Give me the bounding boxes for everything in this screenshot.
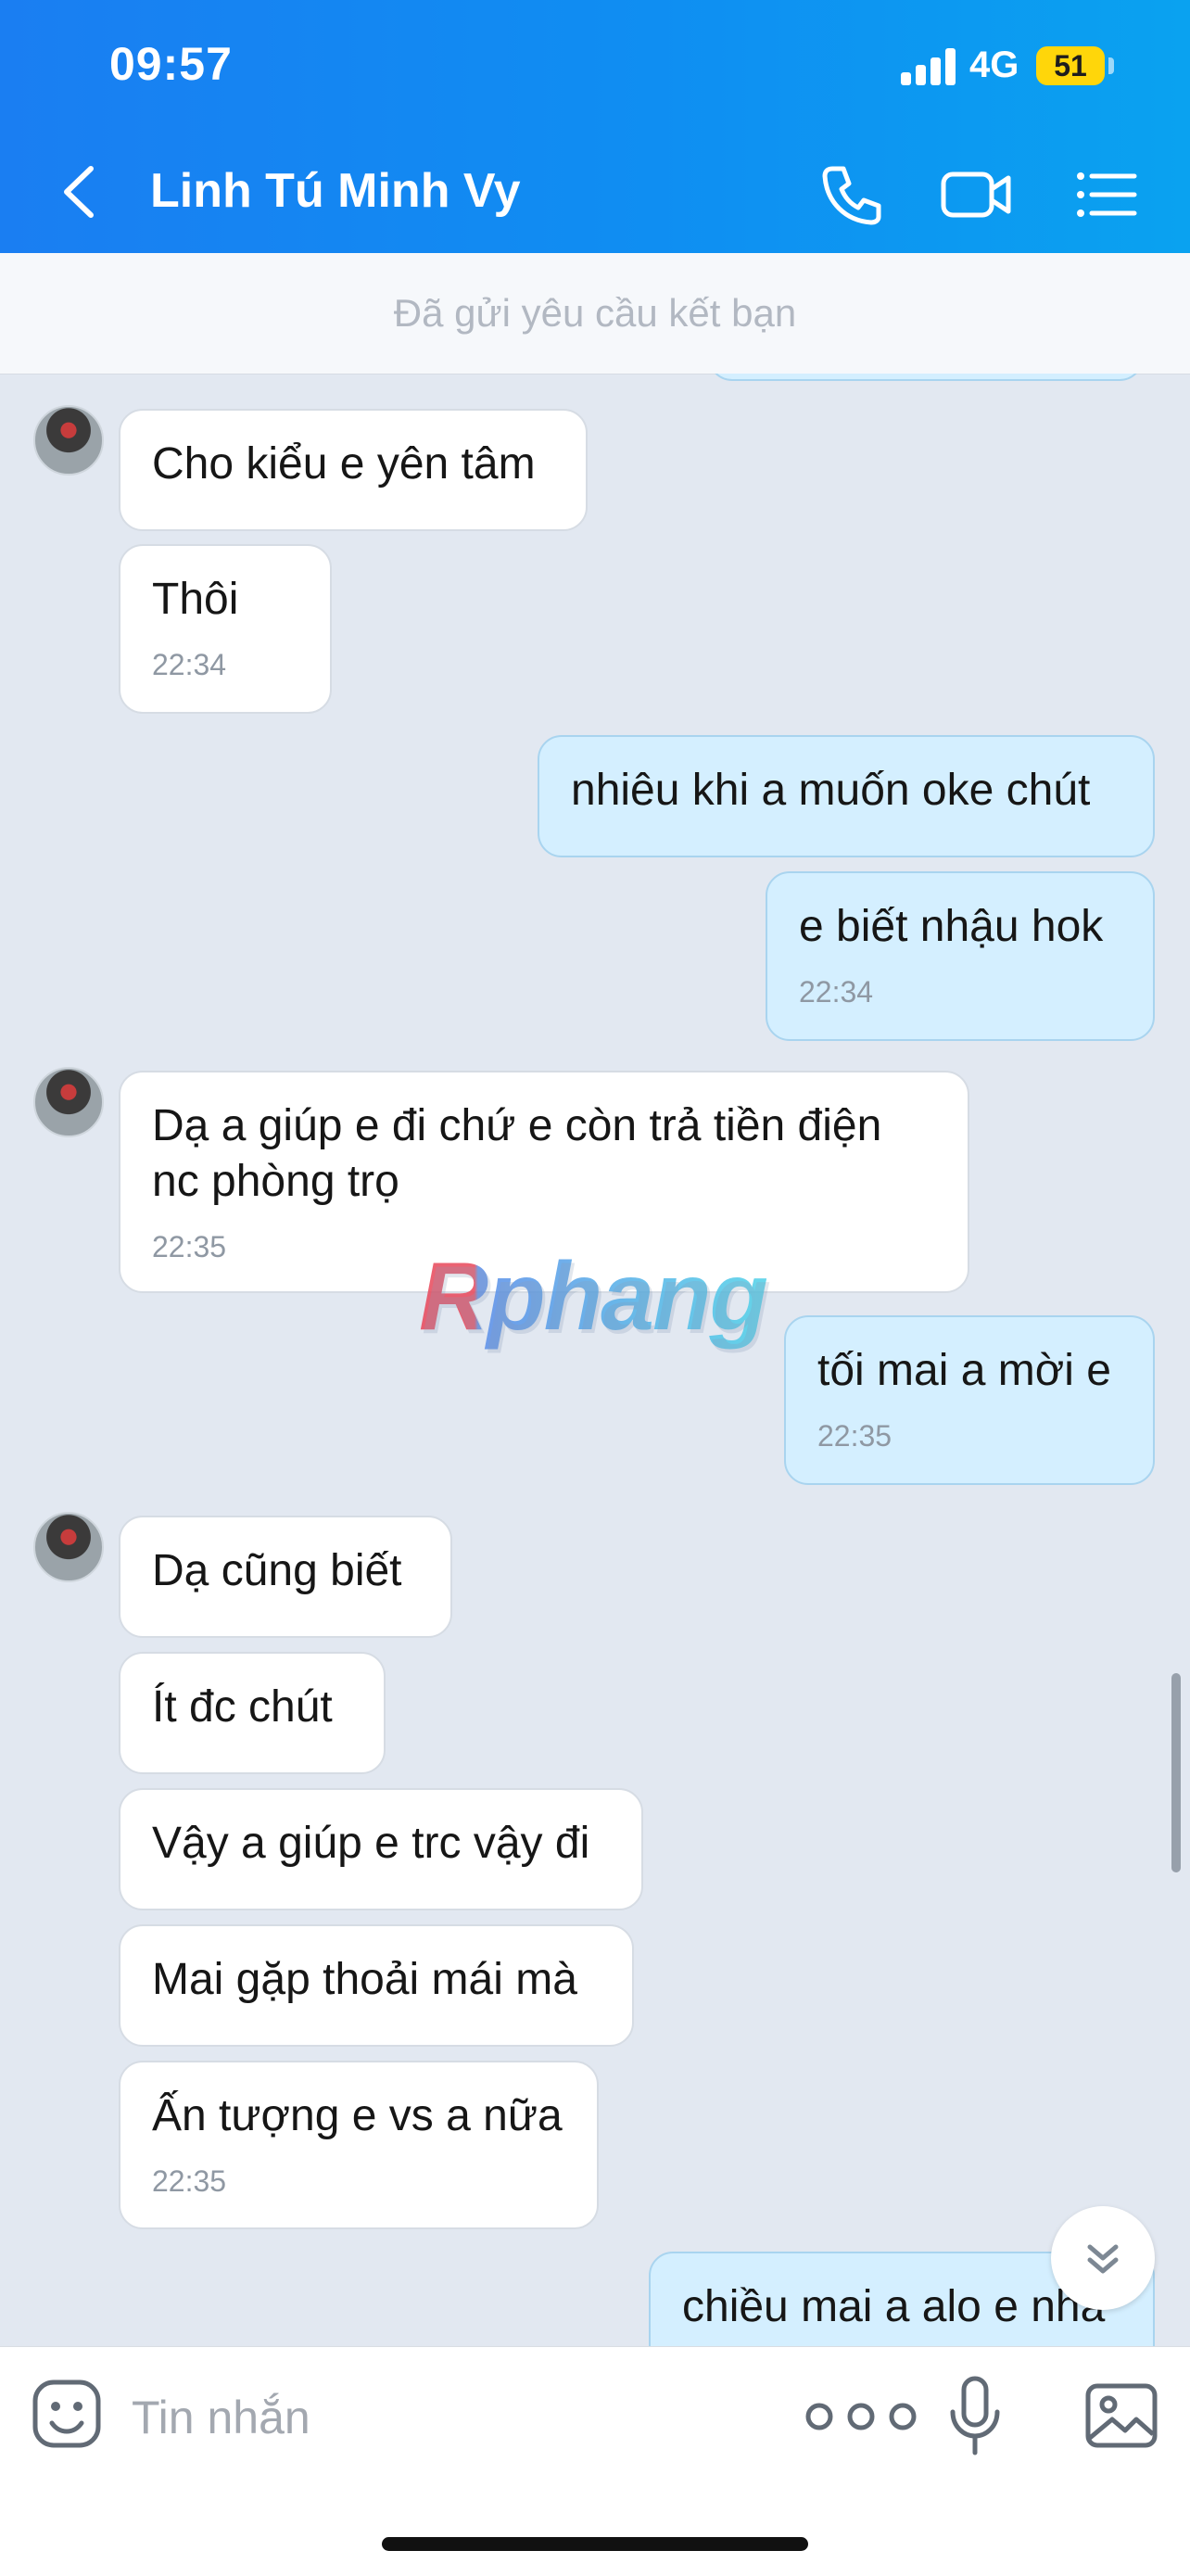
message-text: Dạ cũng biết: [152, 1546, 402, 1595]
message-bubble-outgoing[interactable]: nhiêu khi a muốn oke chút: [538, 735, 1155, 857]
message-text: Dạ a giúp e đi chứ e còn trả tiền điện n…: [152, 1101, 882, 1206]
video-camera-icon[interactable]: [940, 158, 1014, 232]
message-text: Mai gặp thoải mái mà: [152, 1955, 577, 2004]
message-text: Ấn tượng e vs a nữa: [152, 2091, 563, 2140]
message-text: chiều mai a alo e nha: [682, 2282, 1106, 2331]
battery-level: 51: [1036, 46, 1105, 85]
message-bubble-incoming[interactable]: Ít đc chút: [119, 1652, 386, 1774]
message-text: Thôi: [152, 575, 239, 624]
phone-icon[interactable]: [814, 158, 888, 232]
battery-tip: [1108, 57, 1114, 74]
message-timestamp: 22:35: [152, 2164, 227, 2198]
message-text: Vậy a giúp e trc vậy đi: [152, 1819, 590, 1868]
message-timestamp: 22:34: [152, 648, 227, 681]
message-bubble-incoming[interactable]: Thôi 22:34: [119, 544, 332, 714]
message-text: tối mai a mời e: [817, 1346, 1111, 1395]
message-text: Ít đc chút: [152, 1682, 333, 1732]
avatar[interactable]: [33, 405, 104, 476]
network-type: 4G: [969, 44, 1019, 85]
message-text: e biết nhậu hok: [799, 902, 1104, 951]
contact-name[interactable]: Linh Tú Minh Vy: [150, 163, 521, 219]
message-bubble-incoming[interactable]: Mai gặp thoải mái mà: [119, 1924, 634, 2047]
avatar[interactable]: [33, 1067, 104, 1137]
friend-request-banner: Đã gửi yêu cầu kết bạn: [0, 253, 1190, 374]
message-bubble-outgoing[interactable]: e biết nhậu hok 22:34: [766, 871, 1155, 1041]
list-menu-icon[interactable]: [1070, 158, 1144, 232]
message-bubble-incoming[interactable]: Vậy a giúp e trc vậy đi: [119, 1788, 643, 1910]
message-text: Cho kiểu e yên tâm: [152, 439, 536, 489]
message-input[interactable]: [130, 2375, 708, 2460]
message-bubble-incoming[interactable]: Cho kiểu e yên tâm: [119, 409, 588, 531]
message-bubble-incoming[interactable]: Ấn tượng e vs a nữa 22:35: [119, 2061, 599, 2229]
scrollbar[interactable]: [1171, 1673, 1181, 1872]
message-timestamp: 22:34: [799, 975, 874, 1009]
scroll-to-bottom-button[interactable]: [1051, 2206, 1155, 2310]
watermark-logo: Rphang: [419, 1243, 768, 1351]
microphone-icon[interactable]: [947, 2375, 1003, 2458]
message-bubble-incoming[interactable]: Dạ cũng biết: [119, 1516, 452, 1638]
chevron-double-down-icon: [1087, 2244, 1119, 2274]
message-bubble-partial: [708, 374, 1144, 381]
message-timestamp: 22:35: [817, 1419, 892, 1453]
back-arrow-icon[interactable]: [56, 159, 102, 224]
message-bubble-outgoing[interactable]: tối mai a mời e 22:35: [784, 1315, 1155, 1485]
home-indicator[interactable]: [382, 2537, 808, 2551]
signal-icon: [901, 48, 958, 85]
sticker-icon[interactable]: [30, 2377, 104, 2451]
message-text: nhiêu khi a muốn oke chút: [571, 766, 1091, 815]
message-list[interactable]: Cho kiểu e yên tâm Thôi 22:34 nhiêu khi …: [0, 374, 1190, 2346]
more-dots-icon[interactable]: [799, 2393, 923, 2440]
status-time: 09:57: [109, 38, 233, 90]
avatar[interactable]: [33, 1512, 104, 1582]
image-icon[interactable]: [1082, 2377, 1160, 2455]
chat-header: 09:57 4G 51 Linh Tú Minh Vy: [0, 0, 1190, 253]
